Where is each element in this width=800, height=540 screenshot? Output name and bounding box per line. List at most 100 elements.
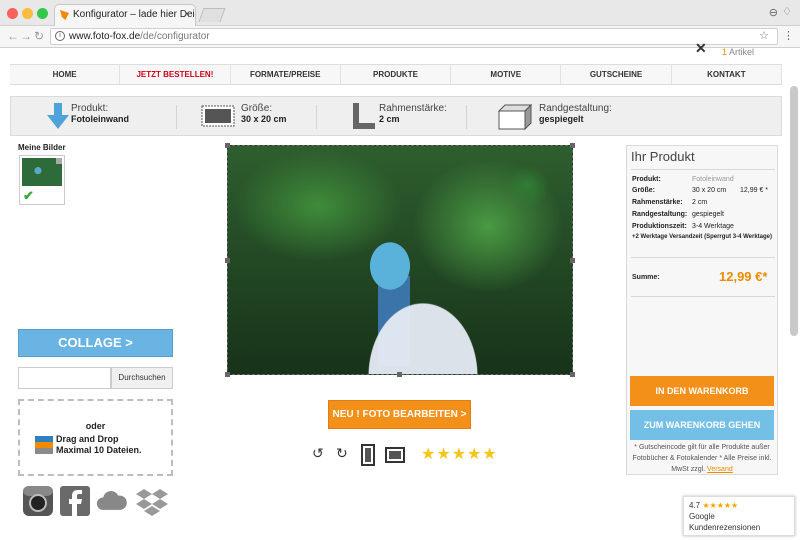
config-produkt-value: Fotoleinwand: [71, 114, 129, 124]
photo-canvas[interactable]: [227, 145, 573, 375]
rating-stars[interactable]: ★★★★★: [421, 444, 498, 464]
tab-close-icon[interactable]: ×: [184, 5, 190, 25]
browser-tab[interactable]: Konfigurator – lade hier Dein ×: [54, 4, 196, 26]
rotate-left-icon[interactable]: ↺: [312, 445, 324, 462]
maximize-window-icon[interactable]: [37, 8, 48, 19]
new-tab-button[interactable]: [198, 8, 226, 22]
close-window-icon[interactable]: [7, 8, 18, 19]
go-to-cart-button[interactable]: ZUM WARENKORB GEHEN: [630, 410, 774, 440]
browser-tabbar: Konfigurator – lade hier Dein × ⊖ ♢: [0, 0, 800, 26]
bookmark-star-icon[interactable]: ☆: [759, 29, 769, 44]
landscape-orientation-icon[interactable]: [385, 445, 405, 465]
files-stack-icon: [35, 436, 53, 454]
panel-title: Ihr Produkt: [631, 149, 695, 164]
nav-vouchers[interactable]: GUTSCHEINE: [561, 65, 672, 84]
groesse-label: Größe:: [632, 187, 655, 194]
wedding-photo: [228, 146, 572, 374]
collage-button[interactable]: COLLAGE >: [18, 329, 173, 357]
cart-label: Artikel: [729, 47, 755, 57]
fox-favicon-icon: [60, 10, 69, 20]
browser-menu-icon[interactable]: ⋮: [783, 29, 794, 42]
checkmark-icon: ✔: [23, 188, 34, 203]
config-groesse-value: 30 x 20 cm: [241, 114, 287, 124]
config-groesse-label: Größe:: [241, 103, 273, 114]
price-notes: * Gutscheincode gilt für alle Produkte a…: [630, 442, 774, 475]
config-bar: Produkt: Fotoleinwand Größe: 30 x 20 cm Ra…: [10, 96, 782, 136]
portrait-orientation-icon[interactable]: [360, 444, 376, 466]
tab-title: Konfigurator – lade hier Dein: [73, 9, 196, 20]
groesse-value: 30 x 20 cm: [692, 187, 727, 194]
reload-icon[interactable]: ↻: [34, 29, 44, 43]
minimize-window-icon[interactable]: [22, 8, 33, 19]
shipping-link[interactable]: Versand: [707, 466, 733, 473]
nav-contact[interactable]: KONTAKT: [672, 65, 782, 84]
add-to-cart-button[interactable]: IN DEN WARENKORB: [630, 376, 774, 406]
browse-button[interactable]: Durchsuchen: [111, 367, 173, 389]
nav-motives[interactable]: MOTIVE: [451, 65, 562, 84]
instagram-icon[interactable]: [22, 485, 54, 517]
dropzone-or: oder: [85, 421, 106, 431]
produkt-value: Fotoleinwand: [692, 176, 734, 183]
divider: [631, 296, 775, 297]
resize-handle[interactable]: [225, 372, 230, 377]
image-thumbnail[interactable]: ✔: [19, 155, 65, 205]
config-rahmen-value: 2 cm: [379, 114, 400, 124]
cart-icon[interactable]: ✕: [695, 40, 707, 57]
url-path: /de/configurator: [140, 31, 210, 42]
file-path-input[interactable]: [18, 367, 111, 389]
divider: [631, 257, 775, 258]
facebook-icon[interactable]: [59, 485, 91, 517]
config-produkt[interactable]: Produkt: Fotoleinwand: [71, 103, 129, 124]
main-nav: HOME JETZT BESTELLEN! FORMATE/PREISE PRO…: [10, 64, 782, 85]
nav-order[interactable]: JETZT BESTELLEN!: [120, 65, 231, 84]
dropzone-drag-text: Drag and Drop: [56, 434, 119, 444]
edit-photo-button[interactable]: NEU ! FOTO BEARBEITEN >: [328, 400, 471, 429]
config-rand-value: gespiegelt: [539, 114, 584, 124]
config-groesse[interactable]: Größe: 30 x 20 cm: [241, 103, 287, 124]
upload-dropzone[interactable]: oder Drag and Drop Maximal 10 Dateien.: [18, 399, 173, 476]
cloud-icon[interactable]: [96, 485, 128, 517]
config-rahmen[interactable]: Rahmenstärke: 2 cm: [379, 103, 447, 124]
rotate-right-icon[interactable]: ↻: [336, 445, 348, 462]
google-reviews-badge[interactable]: 4.7 ★★★★★ Google Kundenrezensionen: [683, 496, 795, 536]
browser-toolbar: ← → ↻ i www.foto-fox.de/de/configurator …: [0, 26, 800, 48]
rand-label: Randgestaltung:: [632, 211, 688, 218]
config-rand-label: Randgestaltung:: [539, 103, 612, 114]
resize-handle[interactable]: [397, 372, 402, 377]
resize-handle[interactable]: [570, 258, 575, 263]
config-rand[interactable]: Randgestaltung: gespiegelt: [539, 103, 612, 124]
info-icon[interactable]: i: [55, 31, 65, 41]
nav-home[interactable]: HOME: [10, 65, 121, 84]
shipping-note: +2 Werktage Versandzeit (Sperrgut 3-4 We…: [632, 234, 772, 240]
delete-thumbnail-icon[interactable]: [56, 158, 62, 164]
rahmen-label: Rahmenstärke:: [632, 199, 683, 206]
profile-icon[interactable]: ⊖: [769, 6, 778, 19]
production-value: 3-4 Werktage: [692, 223, 734, 230]
edge-icon: [497, 103, 533, 131]
sum-label: Summe:: [632, 274, 660, 281]
forward-icon[interactable]: →: [20, 29, 32, 43]
cart-summary[interactable]: 1 Artikel: [722, 47, 754, 57]
page-scrollbar[interactable]: [790, 86, 798, 336]
groesse-price: 12,99 € *: [740, 187, 769, 194]
my-images-heading: Meine Bilder: [18, 143, 66, 152]
produkt-label: Produkt:: [632, 176, 661, 183]
resize-handle[interactable]: [225, 258, 230, 263]
config-produkt-label: Produkt:: [71, 103, 109, 114]
dropbox-icon[interactable]: [136, 485, 168, 517]
nav-formats[interactable]: FORMATE/PREISE: [231, 65, 341, 84]
nav-products[interactable]: PRODUKTE: [341, 65, 452, 84]
address-bar[interactable]: i www.foto-fox.de/de/configurator ☆: [50, 28, 778, 45]
rahmen-value: 2 cm: [692, 199, 708, 206]
price-note-text: * Gutscheincode gilt für alle Produkte a…: [632, 444, 772, 473]
resize-handle[interactable]: [570, 143, 575, 148]
production-label: Produktionszeit:: [632, 223, 687, 230]
resize-handle[interactable]: [570, 372, 575, 377]
frame-depth-icon: [353, 103, 375, 129]
resize-handle[interactable]: [225, 143, 230, 148]
back-icon[interactable]: ←: [7, 29, 19, 43]
config-rahmen-label: Rahmenstärke:: [379, 103, 447, 114]
cart-count: 1: [722, 47, 728, 57]
extensions-icon[interactable]: ♢: [782, 5, 792, 18]
divider: [466, 105, 467, 129]
